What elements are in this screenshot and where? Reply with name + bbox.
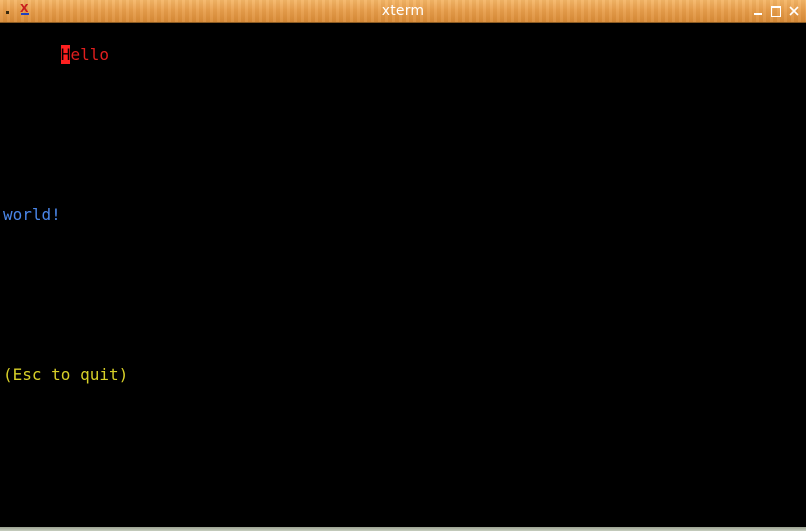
- minimize-icon[interactable]: [752, 4, 764, 18]
- terminal-line-quit-hint: (Esc to quit): [3, 365, 129, 384]
- maximize-icon[interactable]: [770, 4, 782, 18]
- terminal-line-hello: Hello: [3, 25, 109, 85]
- terminal-line-world: world!: [3, 205, 61, 224]
- window-bottom-border[interactable]: [0, 527, 806, 531]
- xterm-window: X xterm Hello world! (Esc to quit): [0, 0, 806, 531]
- hello-text: ello: [70, 45, 109, 64]
- terminal-area[interactable]: Hello world! (Esc to quit): [0, 23, 806, 527]
- title-bar[interactable]: X xterm: [0, 0, 806, 23]
- window-title: xterm: [381, 3, 425, 19]
- text-cursor: H: [60, 45, 71, 64]
- title-bar-right-controls: [752, 4, 800, 18]
- close-icon[interactable]: [788, 4, 800, 18]
